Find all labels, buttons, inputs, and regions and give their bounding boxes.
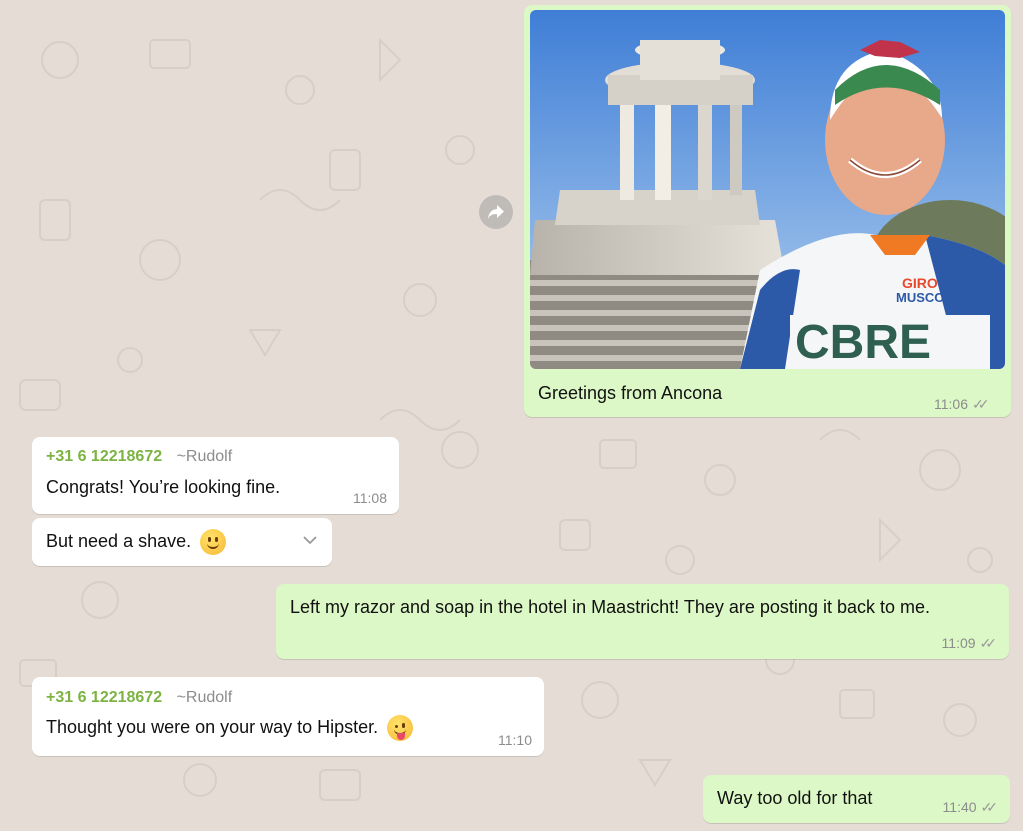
message-time: 11:10 — [498, 732, 532, 748]
message-time: 11:06 — [934, 396, 968, 412]
sender-phone[interactable]: +31 6 12218672 — [46, 448, 162, 465]
sender-alias: ~Rudolf — [176, 448, 233, 465]
photo-caption: Greetings from Ancona — [538, 383, 723, 403]
incoming-message[interactable]: But need a shave. — [32, 518, 332, 566]
message-time: 11:09 — [941, 635, 976, 651]
forward-button[interactable] — [479, 195, 513, 229]
message-text: Thought you were on your way to Hipster. — [46, 717, 379, 737]
incoming-message[interactable]: +31 6 12218672 ~Rudolf Congrats! You’re … — [32, 437, 399, 514]
read-ticks-icon: ✓✓ — [979, 635, 998, 651]
read-ticks-icon: ✓✓ — [980, 799, 999, 815]
message-text: But need a shave. — [46, 531, 192, 551]
photo-attachment[interactable]: CBRE GIRO MUSCOLI — [530, 10, 1005, 369]
sender-phone[interactable]: +31 6 12218672 — [46, 689, 162, 706]
sender-alias: ~Rudolf — [176, 689, 233, 706]
message-meta: 11:06 ✓✓ — [934, 396, 990, 412]
incoming-message[interactable]: +31 6 12218672 ~Rudolf Thought you were … — [32, 677, 544, 756]
svg-text:MUSCOLI: MUSCOLI — [896, 290, 956, 305]
message-text: Way too old for that — [717, 788, 873, 808]
svg-text:GIRO: GIRO — [902, 275, 938, 291]
sender-line: +31 6 12218672 ~Rudolf — [46, 446, 385, 468]
svg-text:CBRE: CBRE — [795, 316, 931, 369]
outgoing-message[interactable]: Way too old for that 11:40 ✓✓ — [703, 775, 1010, 823]
cyclist-selfie-image: CBRE GIRO MUSCOLI — [530, 10, 1005, 369]
winking-tongue-face-icon — [387, 715, 414, 742]
message-text-line: Thought you were on your way to Hipster. — [46, 714, 530, 742]
forward-arrow-icon — [488, 205, 504, 219]
message-meta: 11:09 ✓✓ — [941, 635, 998, 651]
message-text: Left my razor and soap in the hotel in M… — [290, 597, 930, 617]
message-time: 11:08 — [353, 490, 387, 506]
outgoing-message[interactable]: Left my razor and soap in the hotel in M… — [276, 584, 1009, 659]
message-meta: 11:40 ✓✓ — [942, 799, 999, 815]
message-text: Congrats! You’re looking fine. — [46, 477, 281, 497]
message-meta: 11:08 — [353, 490, 387, 506]
read-ticks-icon: ✓✓ — [972, 396, 990, 412]
smiling-face-icon — [200, 529, 227, 556]
message-menu-chevron-icon[interactable] — [302, 526, 318, 553]
sender-line: +31 6 12218672 ~Rudolf — [46, 687, 530, 709]
message-time: 11:40 — [942, 799, 977, 815]
message-meta: 11:10 — [498, 732, 532, 748]
